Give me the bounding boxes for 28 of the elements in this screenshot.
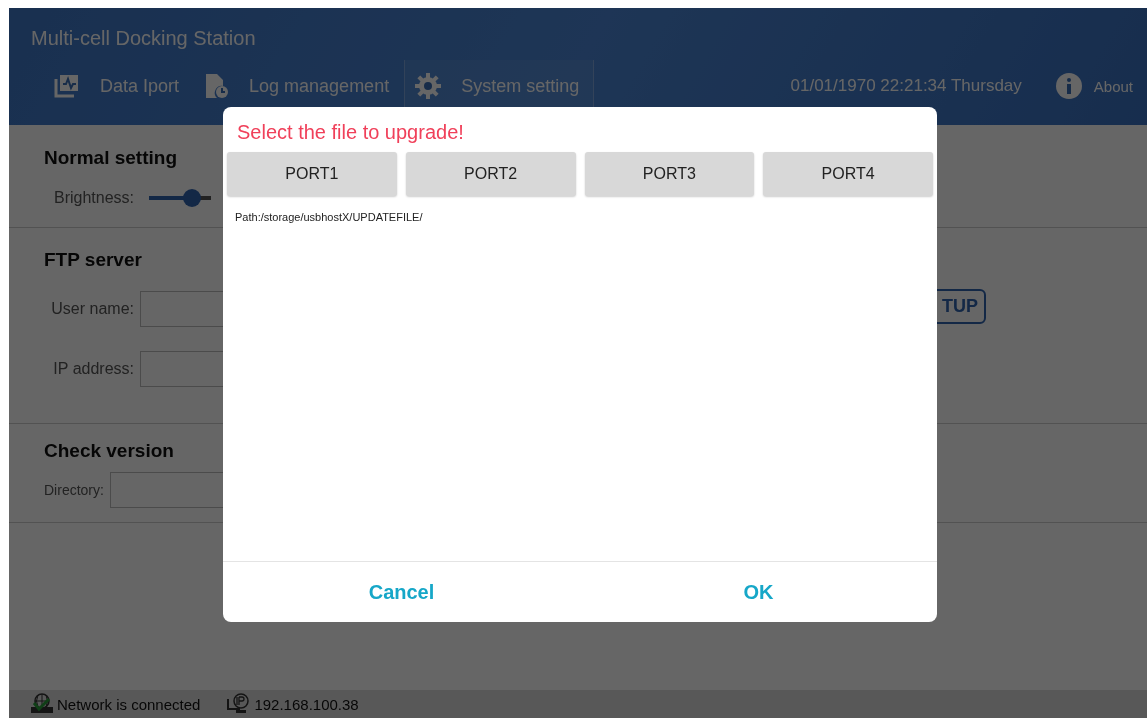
field-label: Brightness:	[52, 189, 134, 207]
port-button[interactable]: PORT2	[405, 152, 576, 196]
nav-tab[interactable]: Log management	[194, 60, 405, 112]
document-clock-icon	[205, 73, 230, 99]
app-title: Multi-cell Docking Station	[30, 26, 257, 50]
path-text: Path:/storage/usbhostX/UPDATEFILE/	[235, 211, 424, 223]
ok-button[interactable]: OK	[580, 562, 937, 622]
nav-tab[interactable]: Data Iport	[43, 60, 195, 112]
section-heading: FTP server	[44, 249, 143, 271]
gear-icon	[415, 73, 442, 99]
network-status: Network is connected	[57, 695, 201, 713]
ip-address: 192.168.100.38	[254, 695, 359, 713]
port-button[interactable]: PORT4	[763, 152, 933, 196]
port-button[interactable]: PORT3	[584, 152, 755, 196]
info-icon	[1055, 73, 1082, 99]
about-button[interactable]: About	[1055, 73, 1133, 99]
field-label: User name:	[50, 300, 134, 318]
field-label: IP address:	[52, 360, 134, 378]
section-heading: Check version	[44, 440, 175, 462]
date-time: 01/01/1970 22:21:34 Thursday	[790, 76, 1022, 96]
section-heading: Normal setting	[44, 147, 179, 169]
port-button[interactable]: PORT1	[227, 152, 397, 196]
chart-icon	[54, 74, 80, 98]
network-icon	[29, 693, 55, 715]
dialog-title: Select the file to upgrade!	[237, 121, 465, 144]
cancel-button[interactable]: Cancel	[223, 562, 580, 622]
field-label: Directory:	[44, 482, 104, 498]
slider-thumb[interactable]	[183, 189, 202, 207]
